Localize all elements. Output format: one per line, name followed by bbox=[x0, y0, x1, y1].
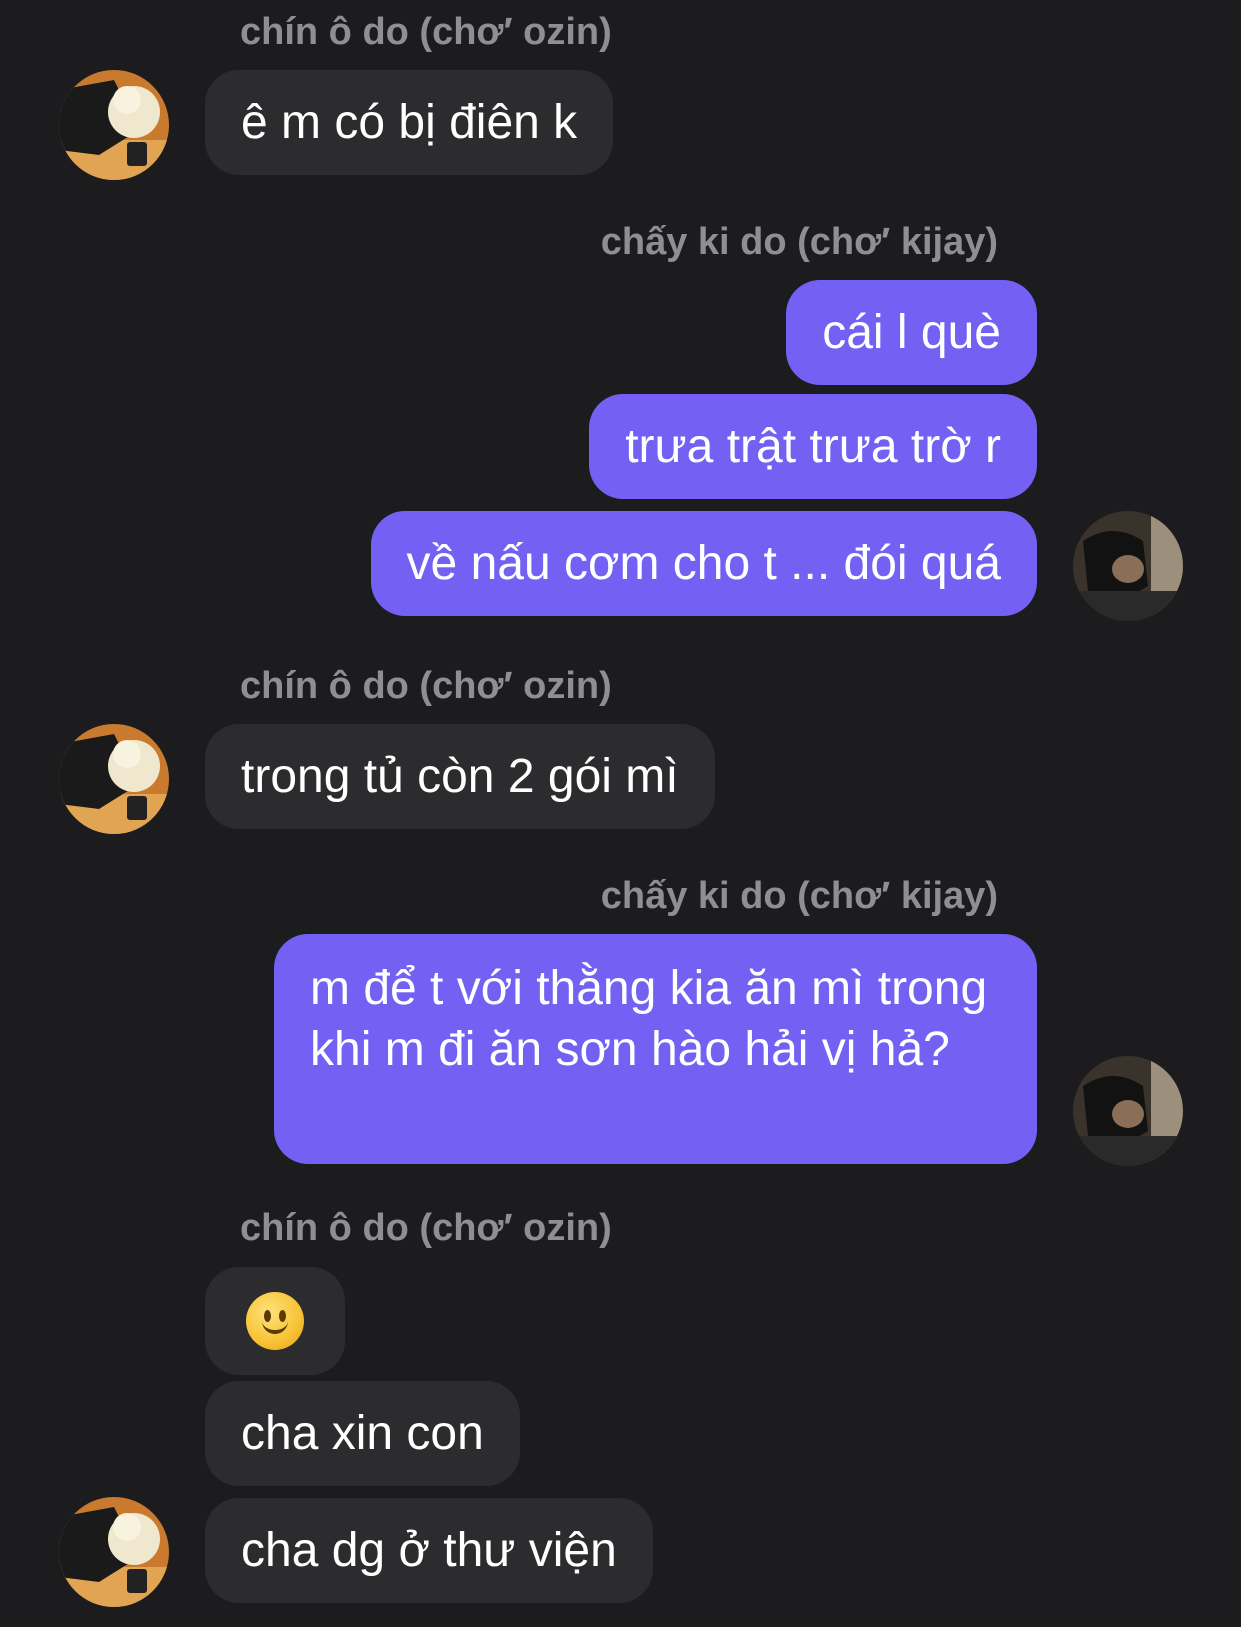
message-bubble[interactable]: m để t với thằng kia ăn mì trong khi m đ… bbox=[274, 934, 1037, 1164]
message-bubble[interactable]: cái l què bbox=[786, 280, 1037, 385]
avatar-photo-ozin bbox=[59, 1497, 169, 1607]
sender-name: chín ô do (chơ′ ozin) bbox=[240, 665, 612, 707]
emoji-bubble[interactable] bbox=[205, 1267, 345, 1375]
avatar-ozin[interactable] bbox=[59, 1497, 169, 1607]
sender-name: chín ô do (chơ′ ozin) bbox=[240, 1207, 612, 1249]
avatar-ozin[interactable] bbox=[59, 70, 169, 180]
avatar-kijay[interactable] bbox=[1073, 1056, 1183, 1166]
avatar-photo-ozin bbox=[59, 724, 169, 834]
sender-name: chín ô do (chơ′ ozin) bbox=[240, 11, 612, 53]
message-bubble[interactable]: ê m có bị điên k bbox=[205, 70, 614, 175]
sender-name: chấy ki do (chơ′ kijay) bbox=[600, 875, 998, 917]
avatar-kijay[interactable] bbox=[1073, 511, 1183, 621]
sender-name: chấy ki do (chơ′ kijay) bbox=[600, 221, 998, 263]
slightly-smiling-face-icon bbox=[246, 1292, 304, 1350]
message-bubble[interactable]: trưa trật trưa trờ r bbox=[589, 394, 1037, 499]
message-bubble[interactable]: cha dg ở thư viện bbox=[205, 1498, 653, 1603]
avatar-photo-ozin bbox=[59, 70, 169, 180]
avatar-ozin[interactable] bbox=[59, 724, 169, 834]
avatar-photo-kijay bbox=[1073, 1056, 1183, 1166]
message-bubble[interactable]: trong tủ còn 2 gói mì bbox=[205, 724, 715, 829]
message-bubble[interactable]: về nấu cơm cho t ... đói quá bbox=[370, 511, 1037, 616]
avatar-photo-kijay bbox=[1073, 511, 1183, 621]
message-bubble[interactable]: cha xin con bbox=[205, 1381, 520, 1486]
